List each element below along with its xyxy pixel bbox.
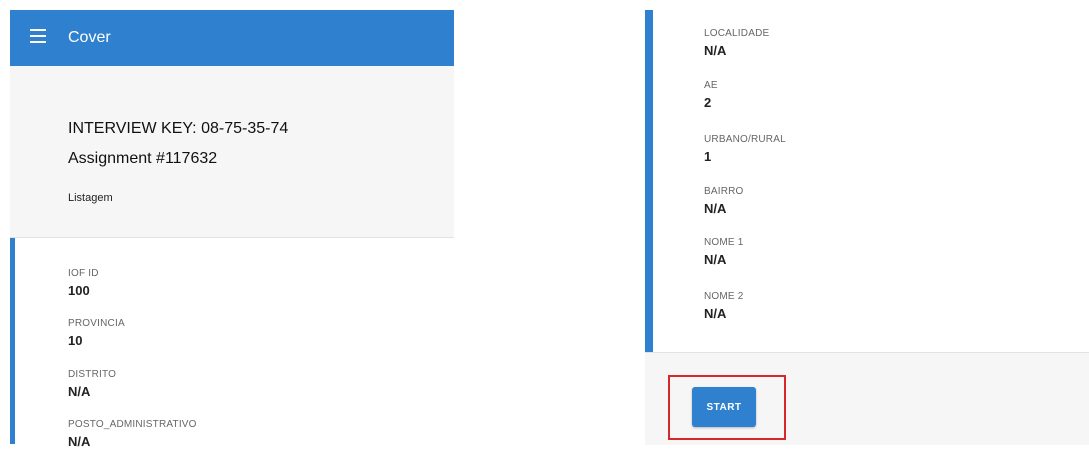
field-label: URBANO/RURAL — [704, 134, 786, 145]
field-value: 100 — [68, 283, 90, 298]
section-accent-bar — [645, 10, 653, 352]
interview-key: INTERVIEW KEY: 08-75-35-74 — [68, 120, 289, 137]
right-panel: LOCALIDADE N/A AE 2 URBANO/RURAL 1 BAIRR… — [645, 10, 1089, 445]
field-value: N/A — [68, 434, 91, 449]
start-button[interactable]: START — [692, 387, 756, 427]
field-value: 10 — [68, 333, 83, 348]
field-label: NOME 1 — [704, 237, 744, 248]
app-bar: Cover — [10, 10, 454, 66]
hamburger-menu-icon[interactable] — [30, 29, 46, 43]
field-value: 1 — [704, 149, 712, 164]
field-posto-administrativo: POSTO_ADMINISTRATIVO N/A — [68, 419, 197, 449]
field-provincia: PROVINCIA 10 — [68, 318, 125, 348]
field-label: AE — [704, 80, 718, 91]
field-label: DISTRITO — [68, 369, 117, 380]
field-iof-id: IOF ID 100 — [68, 268, 99, 298]
field-nome-1: NOME 1 N/A — [704, 237, 744, 267]
field-localidade: LOCALIDADE N/A — [704, 28, 769, 58]
field-value: N/A — [704, 43, 727, 58]
field-value: N/A — [704, 306, 727, 321]
field-value: N/A — [704, 252, 727, 267]
field-label: POSTO_ADMINISTRATIVO — [68, 419, 197, 430]
field-label: PROVINCIA — [68, 318, 125, 329]
field-value: N/A — [68, 384, 91, 399]
left-panel: Cover INTERVIEW KEY: 08-75-35-74 Assignm… — [10, 10, 454, 449]
assignment-number: Assignment #117632 — [68, 150, 218, 167]
field-value: N/A — [704, 201, 727, 216]
page-title: Cover — [68, 29, 111, 46]
field-ae: AE 2 — [704, 80, 718, 110]
field-value: 2 — [704, 95, 712, 110]
field-label: LOCALIDADE — [704, 28, 770, 39]
section-accent-bar — [10, 238, 15, 444]
field-distrito: DISTRITO N/A — [68, 369, 116, 399]
field-label: NOME 2 — [704, 291, 744, 302]
field-nome-2: NOME 2 N/A — [704, 291, 744, 321]
identifying-fields-section: IOF ID 100 PROVINCIA 10 DISTRITO N/A POS… — [10, 238, 454, 449]
field-label: BAIRRO — [704, 186, 744, 197]
action-bar: START — [645, 352, 1089, 445]
field-urbano-rural: URBANO/RURAL 1 — [704, 134, 786, 164]
cover-card: INTERVIEW KEY: 08-75-35-74 Assignment #1… — [10, 66, 454, 238]
field-label: IOF ID — [68, 268, 99, 279]
section-title: Listagem — [68, 192, 113, 204]
field-bairro: BAIRRO N/A — [704, 186, 744, 216]
